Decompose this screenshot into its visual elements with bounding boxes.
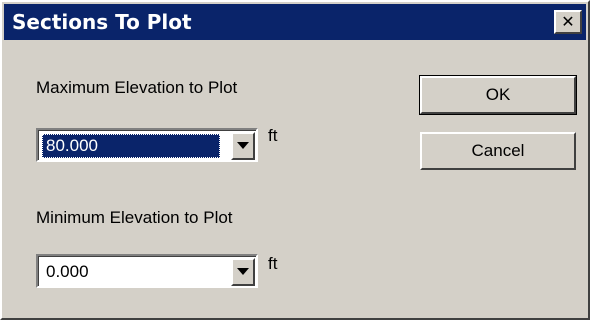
min-elevation-unit: ft	[268, 254, 278, 273]
max-elevation-value[interactable]: 80.000	[42, 134, 220, 158]
cancel-button[interactable]: Cancel	[420, 132, 576, 170]
chevron-down-icon	[237, 268, 249, 275]
min-elevation-dropdown-button[interactable]	[231, 258, 255, 286]
max-elevation-label: Maximum Elevation to Plot	[36, 78, 238, 97]
ok-button[interactable]: OK	[419, 75, 577, 115]
min-elevation-label: Minimum Elevation to Plot	[36, 208, 233, 227]
sections-to-plot-dialog: Sections To Plot ✕ Maximum Elevation to …	[0, 0, 590, 320]
close-button[interactable]: ✕	[554, 10, 582, 34]
min-elevation-combobox[interactable]: 0.000	[36, 254, 258, 288]
title-bar[interactable]: Sections To Plot ✕	[4, 4, 586, 40]
dialog-title: Sections To Plot	[12, 10, 192, 34]
chevron-down-icon	[237, 142, 249, 149]
close-icon: ✕	[561, 12, 575, 31]
max-elevation-unit: ft	[268, 126, 278, 145]
max-elevation-combobox[interactable]: 80.000	[36, 128, 258, 162]
max-elevation-dropdown-button[interactable]	[231, 132, 255, 160]
min-elevation-value[interactable]: 0.000	[42, 260, 93, 284]
